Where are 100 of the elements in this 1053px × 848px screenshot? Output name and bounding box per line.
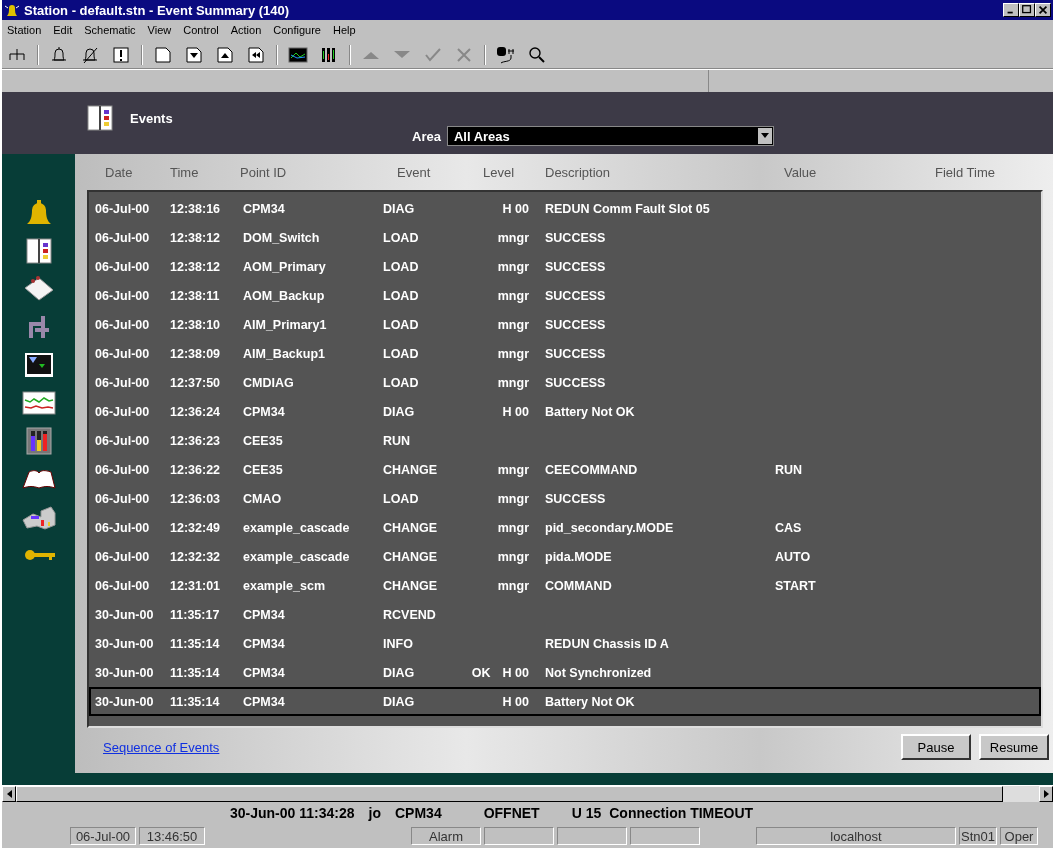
level-cell: H 00 bbox=[502, 404, 529, 419]
date-cell-text: 06-Jul-00 bbox=[95, 201, 151, 216]
trend-icon[interactable] bbox=[287, 45, 309, 65]
time-cell-text: 11:35:17 bbox=[170, 607, 221, 622]
dropdown-arrow-icon[interactable] bbox=[760, 133, 769, 139]
event-cell-text: LOAD bbox=[383, 230, 420, 245]
page-up-icon[interactable] bbox=[214, 45, 236, 65]
description-cell: CEECOMMAND bbox=[545, 462, 638, 477]
time-cell-text: 12:36:03 bbox=[170, 491, 222, 506]
panel-title: Events bbox=[130, 110, 173, 126]
page-back-icon[interactable] bbox=[245, 45, 267, 65]
value-cell: AUTO bbox=[775, 549, 811, 564]
page-icon[interactable] bbox=[152, 45, 174, 65]
menu-item[interactable]: Action bbox=[230, 24, 262, 38]
toolbar-button[interactable]: Pause bbox=[901, 734, 971, 760]
minimize-icon[interactable] bbox=[1003, 3, 1019, 17]
event-cell-text: DIAG bbox=[383, 694, 416, 709]
event-row[interactable]: 06-Jul-00 12:38:10 AIM_Primary1 LOAD mngr SUCCESS bbox=[89, 310, 1041, 339]
event-row[interactable]: 06-Jul-00 12:37:50 CMDIAG LOAD mngr SUCCESS bbox=[89, 368, 1041, 397]
date-cell-text: 06-Jul-00 bbox=[95, 375, 151, 390]
area-dropdown[interactable]: All Areas bbox=[446, 126, 774, 146]
time-cell-text: 12:37:50 bbox=[170, 375, 222, 390]
date-cell-text: 30-Jun-00 bbox=[95, 636, 155, 651]
event-row[interactable]: 06-Jul-00 12:38:12 DOM_Switch LOAD mngr SUCCESS bbox=[89, 223, 1041, 252]
event-row[interactable]: 06-Jul-00 12:38:09 AIM_Backup1 LOAD mngr SUCCESS bbox=[89, 339, 1041, 368]
point-id-cell-text: CEE35 bbox=[243, 433, 284, 448]
point-id-cell-text: AIM_Backup1 bbox=[243, 346, 326, 361]
menu-item[interactable]: View bbox=[147, 24, 172, 38]
point-id-cell-text: AOM_Backup bbox=[243, 288, 326, 303]
time-cell-text: 11:35:14 bbox=[170, 636, 221, 651]
column-header[interactable]: Level bbox=[483, 164, 545, 180]
level-cell: mngr bbox=[497, 346, 529, 361]
level-cell: mngr bbox=[497, 230, 529, 245]
toolbar-button[interactable]: Resume bbox=[979, 734, 1049, 760]
column-header[interactable]: Time bbox=[170, 164, 240, 180]
menu-item[interactable]: Edit bbox=[53, 24, 73, 38]
event-row[interactable]: 30-Jun-00 11:35:14 CPM34 DIAG OK H 00 Not Synchronized bbox=[89, 658, 1041, 687]
event-row[interactable]: 06-Jul-00 12:38:12 AOM_Primary LOAD mngr SUCCESS bbox=[89, 252, 1041, 281]
description-cell: COMMAND bbox=[545, 578, 612, 593]
column-header[interactable]: Value bbox=[784, 164, 935, 180]
menu-item[interactable]: Schematic bbox=[84, 24, 136, 38]
event-row[interactable]: 06-Jul-00 12:32:49 example_cascade CHANGE mngr pid_secondary.MODE CAS bbox=[89, 513, 1041, 542]
level-cell: mngr bbox=[497, 520, 529, 535]
event-row[interactable]: 06-Jul-00 12:36:24 CPM34 DIAG H 00 Battery Not OK bbox=[89, 397, 1041, 426]
point-id-cell-text: CMDIAG bbox=[243, 375, 295, 390]
time-cell-text: 12:31:01 bbox=[170, 578, 222, 593]
point-id-cell-text: DOM_Switch bbox=[243, 230, 321, 245]
event-row[interactable]: 30-Jun-00 11:35:17 CPM34 RCVEND bbox=[89, 600, 1041, 629]
event-row[interactable]: 06-Jul-00 12:31:01 example_scm CHANGE mngr COMMAND START bbox=[89, 571, 1041, 600]
time-cell-text: 12:38:10 bbox=[170, 317, 222, 332]
time-cell-text: 12:36:23 bbox=[170, 433, 222, 448]
status-field: Alarm bbox=[411, 827, 481, 845]
event-row[interactable]: 30-Jun-00 11:35:14 CPM34 DIAG H 00 Battery Not OK bbox=[89, 687, 1041, 716]
event-row[interactable]: 06-Jul-00 12:38:16 CPM34 DIAG H 00 REDUN Comm Fault Slot 05 bbox=[89, 194, 1041, 223]
description-cell: SUCCESS bbox=[545, 288, 606, 303]
event-cell-text: DIAG bbox=[383, 404, 416, 419]
menu-item[interactable]: Station bbox=[7, 24, 42, 38]
event-row[interactable]: 06-Jul-00 12:36:03 CMAO LOAD mngr SUCCESS bbox=[89, 484, 1041, 513]
date-cell-text: 06-Jul-00 bbox=[95, 549, 151, 564]
column-header[interactable]: Description bbox=[545, 164, 784, 180]
point-id-cell-text: example_cascade bbox=[243, 520, 351, 535]
date-cell-text: 30-Jun-00 bbox=[95, 665, 155, 680]
time-cell-text: 12:32:49 bbox=[170, 520, 222, 535]
scroll-right-icon[interactable] bbox=[1043, 790, 1049, 798]
time-cell-text: 12:32:32 bbox=[170, 549, 222, 564]
event-row[interactable]: 06-Jul-00 12:38:11 AOM_Backup LOAD mngr SUCCESS bbox=[89, 281, 1041, 310]
sequence-of-events-link[interactable]: Sequence of Events bbox=[103, 739, 220, 755]
menu-item[interactable]: Help bbox=[333, 24, 356, 38]
date-cell-text: 06-Jul-00 bbox=[95, 317, 151, 332]
value-cell: CAS bbox=[775, 520, 802, 535]
level-cell: H 00 bbox=[502, 694, 529, 709]
level-cell: H 00 bbox=[502, 665, 529, 680]
menu-item[interactable]: Configure bbox=[273, 24, 321, 38]
column-header[interactable]: Event bbox=[397, 164, 483, 180]
maximize-icon[interactable] bbox=[1019, 3, 1035, 17]
scrollbar-thumb[interactable] bbox=[16, 786, 1003, 802]
event-row[interactable]: 06-Jul-00 12:36:22 CEE35 CHANGE mngr CEECOMMAND RUN bbox=[89, 455, 1041, 484]
close-icon[interactable] bbox=[1035, 3, 1051, 17]
status-message: 30-Jun-00 11:34:28 bbox=[230, 805, 355, 821]
point-id-cell-text: AIM_Primary1 bbox=[243, 317, 328, 332]
description-cell: REDUN Comm Fault Slot 05 bbox=[545, 201, 710, 216]
area-label: Area bbox=[412, 128, 441, 144]
event-row[interactable]: 06-Jul-00 12:36:23 CEE35 RUN bbox=[89, 426, 1041, 455]
level-cell: mngr bbox=[497, 549, 529, 564]
status-field: Oper bbox=[1000, 827, 1038, 845]
scroll-left-icon[interactable] bbox=[6, 790, 12, 798]
time-cell-text: 12:38:16 bbox=[170, 201, 222, 216]
column-header[interactable]: Point ID bbox=[240, 164, 397, 180]
status-field bbox=[557, 827, 627, 845]
menu-item[interactable]: Control bbox=[183, 24, 219, 38]
page-down-icon[interactable] bbox=[183, 45, 205, 65]
time-cell-text: 12:36:24 bbox=[170, 404, 222, 419]
date-cell-text: 06-Jul-00 bbox=[95, 404, 151, 419]
event-row[interactable]: 06-Jul-00 12:32:32 example_cascade CHANGE mngr pida.MODE AUTO bbox=[89, 542, 1041, 571]
alert-icon[interactable] bbox=[110, 45, 132, 65]
trend-icon[interactable] bbox=[20, 388, 57, 418]
level-cell: mngr bbox=[497, 375, 529, 390]
column-header[interactable]: Field Time bbox=[935, 164, 1053, 180]
event-row[interactable]: 30-Jun-00 11:35:14 CPM34 INFO REDUN Chassis ID A bbox=[89, 629, 1041, 658]
column-header[interactable]: Date bbox=[105, 164, 170, 180]
